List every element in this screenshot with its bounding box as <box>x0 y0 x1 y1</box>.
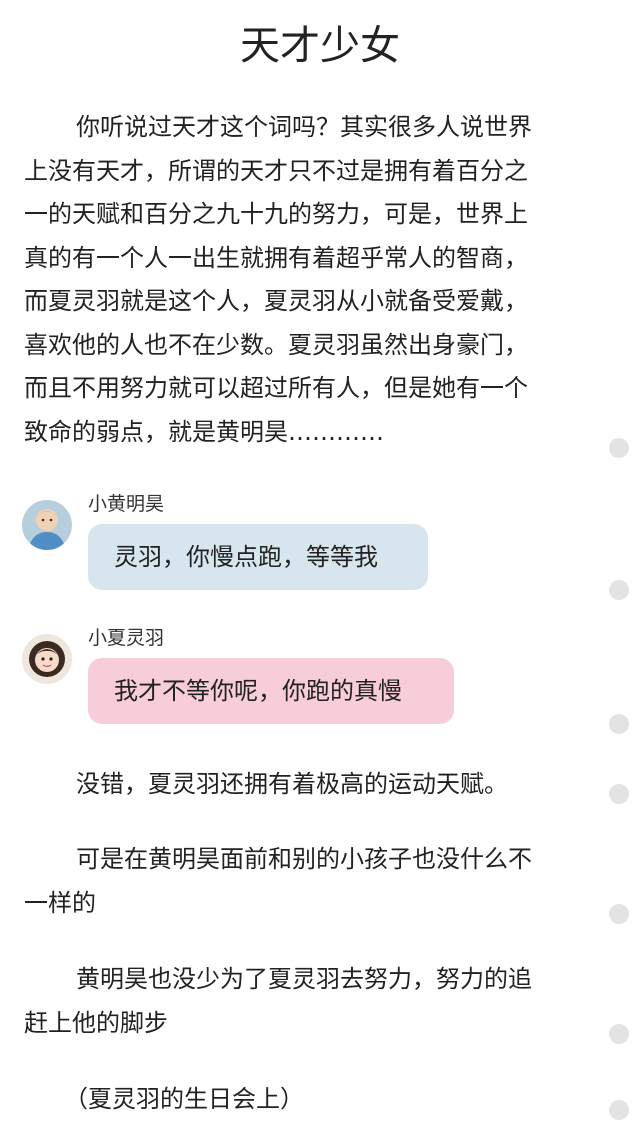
intro-line: 而且不用努力就可以超过所有人，但是她有一个 <box>24 374 528 402</box>
chat-bubble: 灵羽，你慢点跑，等等我 <box>88 524 428 590</box>
scroll-dot-icon[interactable] <box>609 784 629 804</box>
chat-bubble: 我才不等你呢，你跑的真慢 <box>88 658 454 724</box>
paragraph-text: 一样的 <box>24 888 96 917</box>
intro-line: 致命的弱点，就是黄明昊………… <box>24 417 384 446</box>
paragraph: 可是在黄明昊面前和别的小孩子也没什么不 一样的 <box>24 838 592 925</box>
paragraph-text: 赶上他的脚步 <box>24 1008 168 1037</box>
scroll-dot-icon[interactable] <box>609 580 629 600</box>
intro-line: 而夏灵羽就是这个人，夏灵羽从小就备受爱戴， <box>24 287 528 315</box>
sender-name: 小黄明昊 <box>88 493 165 515</box>
paragraph-text: （夏灵羽的生日会上） <box>64 1085 304 1113</box>
intro-line: 你听说过天才这个词吗？其实很多人说世界 <box>76 113 532 141</box>
intro-line: 上没有天才，所谓的天才只不过是拥有着百分之 <box>24 156 528 185</box>
intro-line: 真的有一个人一出生就拥有着超乎常人的智商， <box>24 243 528 272</box>
chat-message: 小黄明昊 灵羽，你慢点跑，等等我 <box>22 492 582 602</box>
scroll-dot-icon[interactable] <box>609 904 629 924</box>
paragraph: 黄明昊也没少为了夏灵羽去努力，努力的追 赶上他的脚步 <box>24 958 592 1045</box>
boy-avatar-icon[interactable] <box>22 500 72 550</box>
paragraph-text: 可是在黄明昊面前和别的小孩子也没什么不 <box>76 845 532 873</box>
girl-avatar-icon[interactable] <box>22 634 72 684</box>
paragraph-text: 没错，夏灵羽还拥有着极高的运动天赋。 <box>76 770 508 798</box>
intro-line: 一的天赋和百分之九十九的努力，可是，世界上 <box>24 200 528 228</box>
intro-line: 喜欢他的人也不在少数。夏灵羽虽然出身豪门， <box>24 330 528 359</box>
scroll-dot-icon[interactable] <box>609 1024 629 1044</box>
article-title: 天才少女 <box>240 23 400 69</box>
scroll-dot-icon[interactable] <box>609 1100 629 1120</box>
paragraph-text: 黄明昊也没少为了夏灵羽去努力，努力的追 <box>76 965 532 993</box>
intro-paragraph: 你听说过天才这个词吗？其实很多人说世界 上没有天才，所谓的天才只不过是拥有着百分… <box>24 106 592 454</box>
scroll-dot-icon[interactable] <box>609 438 629 458</box>
scroll-dot-icon[interactable] <box>609 714 629 734</box>
paragraph: 没错，夏灵羽还拥有着极高的运动天赋。 <box>24 763 592 807</box>
sender-name: 小夏灵羽 <box>88 627 165 649</box>
paragraph: （夏灵羽的生日会上） <box>24 1078 592 1122</box>
chat-message: 小夏灵羽 我才不等你呢，你跑的真慢 <box>22 626 582 736</box>
